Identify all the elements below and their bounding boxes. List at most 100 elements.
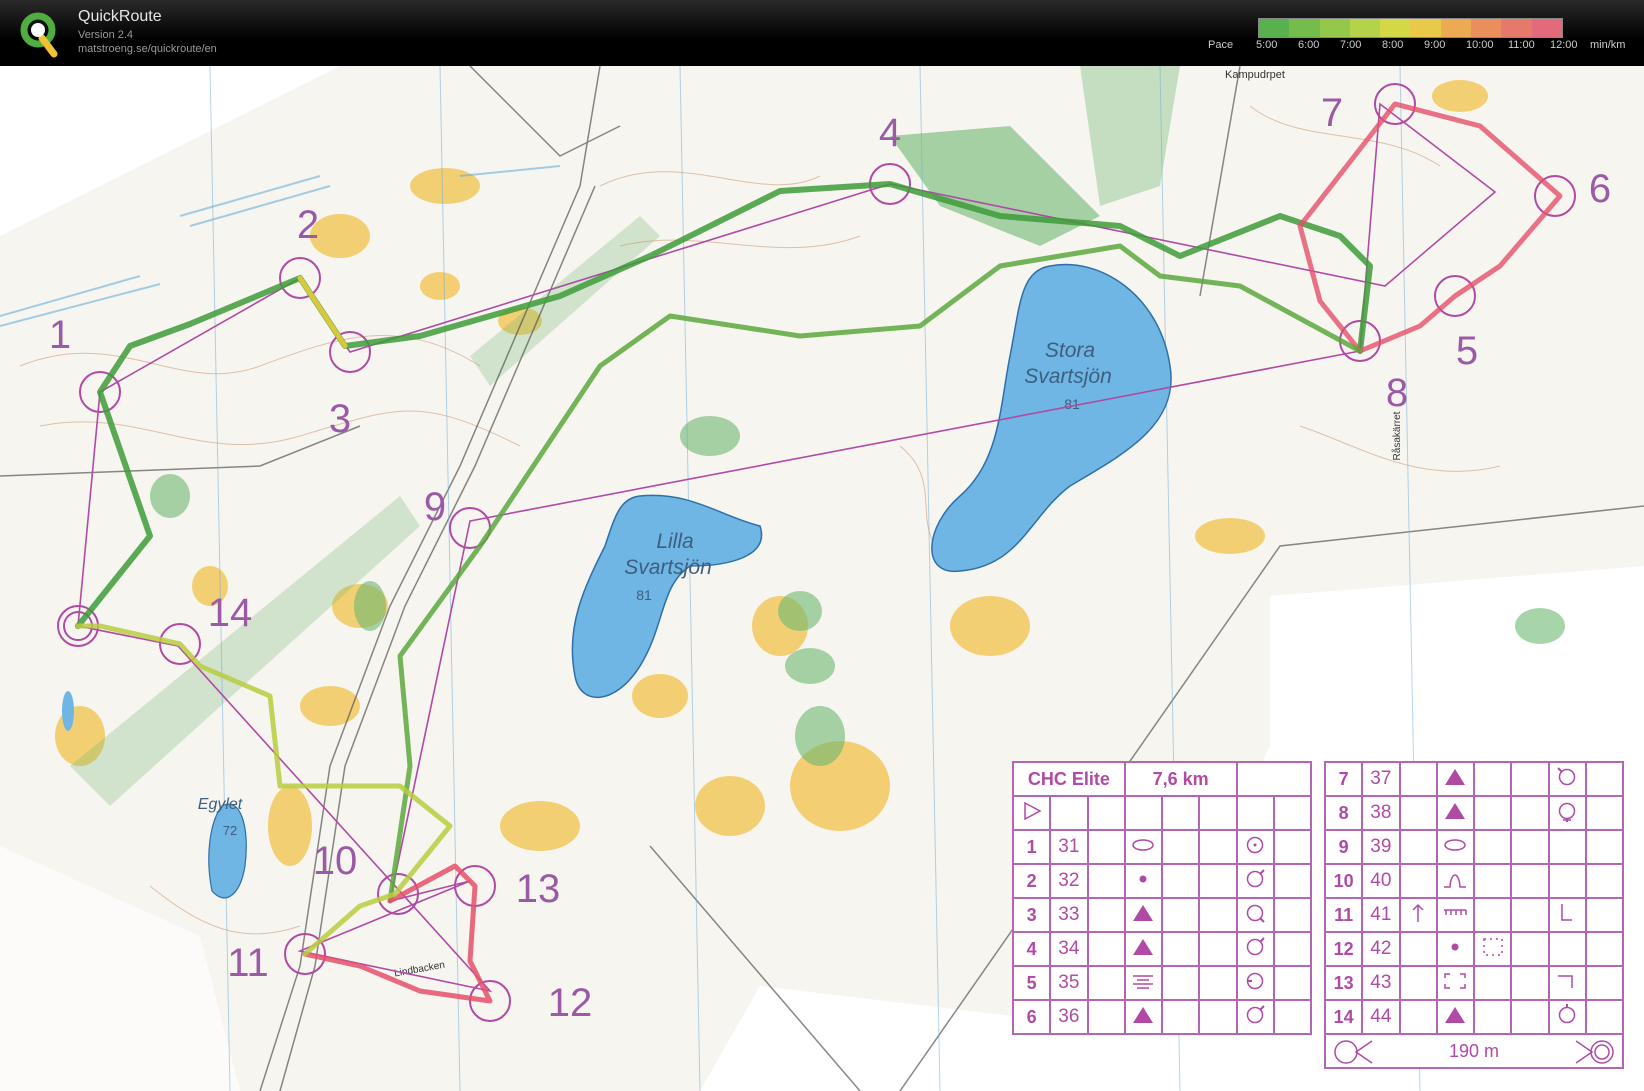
- control-number-7: 7: [1321, 91, 1343, 135]
- circle-w-icon: [1235, 965, 1275, 1001]
- start-triangle-icon: [1011, 795, 1052, 831]
- knoll-icon: [1435, 863, 1476, 899]
- control-rows-right: 7 37 8 38 9 39 10 40 11 41 12 42 13 43 14 44: [1323, 761, 1625, 1035]
- lake-height-egylet: 72: [223, 823, 237, 838]
- control-number-11: 11: [227, 941, 269, 985]
- app-title: QuickRoute: [78, 8, 162, 25]
- pace-tick-9: 9:00: [1424, 39, 1446, 51]
- control-code: 43: [1361, 965, 1401, 1001]
- circle-se-icon: [1235, 897, 1275, 933]
- control-number: 8: [1323, 795, 1364, 831]
- control-row: 10 40: [1323, 863, 1625, 899]
- control-number: 13: [1323, 965, 1364, 1001]
- lake-height-lilla: 81: [636, 587, 652, 603]
- control-code: 35: [1049, 965, 1089, 1001]
- corner-icon: [1547, 965, 1587, 1001]
- control-code: 39: [1361, 829, 1401, 865]
- lake-label-lilla-2: Svartsjön: [624, 556, 712, 579]
- control-number-9: 9: [424, 485, 446, 529]
- pace-color-segment: [1440, 19, 1472, 37]
- control-number: 6: [1011, 999, 1052, 1035]
- control-number-2: 2: [297, 203, 319, 247]
- control-row: 5 35: [1011, 965, 1313, 1001]
- control-number-8: 8: [1386, 371, 1408, 415]
- pace-tick-10: 10:00: [1466, 39, 1494, 51]
- course-length: 7,6 km: [1123, 761, 1238, 797]
- app-url[interactable]: matstroeng.se/quickroute/en: [78, 43, 217, 55]
- direction-icon: [1398, 897, 1438, 933]
- circle-n-icon: [1547, 999, 1587, 1035]
- control-row: 3 33: [1011, 897, 1313, 933]
- pond: [62, 691, 74, 731]
- circle-ne-icon: [1235, 999, 1275, 1035]
- ellipse-icon: [1435, 829, 1476, 865]
- control-number: 10: [1323, 863, 1364, 899]
- control-row: 6 36: [1011, 999, 1313, 1035]
- control-number-4: 4: [879, 111, 901, 155]
- cliff-icon: [1435, 897, 1476, 933]
- pace-tick-11: 11:00: [1508, 39, 1535, 51]
- pace-color-segment: [1471, 19, 1502, 37]
- control-number: 9: [1323, 829, 1364, 865]
- event-name: CHC Elite: [1012, 761, 1126, 797]
- control-number-1: 1: [49, 313, 71, 357]
- pace-tick-12: 12:00: [1550, 39, 1578, 51]
- pace-tick-5: 5:00: [1256, 39, 1278, 51]
- pace-color-segment: [1380, 19, 1411, 37]
- pace-color-scale: [1258, 18, 1563, 38]
- pace-color-segment: [1289, 19, 1320, 37]
- pace-color-segment: [1410, 19, 1441, 37]
- control-number-10: 10: [313, 839, 358, 883]
- control-row: 11 41: [1323, 897, 1625, 933]
- foot-icon: [1547, 897, 1587, 933]
- control-code: 33: [1049, 897, 1089, 933]
- start-to-finish-icon: [1334, 1040, 1373, 1064]
- control-number: 4: [1011, 931, 1052, 967]
- control-number: 3: [1011, 897, 1052, 933]
- control-row: 7 37: [1323, 761, 1625, 797]
- finish-row: 190 m: [1324, 1033, 1624, 1069]
- control-number: 1: [1011, 829, 1052, 865]
- control-number-12: 12: [548, 981, 593, 1025]
- control-number: 11: [1323, 897, 1364, 933]
- triangle-icon: [1123, 999, 1164, 1035]
- triangle-icon: [1435, 795, 1476, 831]
- control-code: 34: [1049, 931, 1089, 967]
- control-code: 40: [1361, 863, 1401, 899]
- pace-tick-8: 8:00: [1382, 39, 1404, 51]
- control-row: 14 44: [1323, 999, 1625, 1035]
- lake-label-stora-1: Stora: [1045, 339, 1095, 362]
- pace-color-segment: [1259, 19, 1290, 37]
- lake-label-lilla-1: Lilla: [656, 530, 693, 553]
- control-row: 1 31: [1011, 829, 1313, 865]
- control-number-6: 6: [1589, 167, 1611, 211]
- control-description-right: 7 37 8 38 9 39 10 40 11 41 12 42 13 43 14 44 190 m: [1323, 761, 1625, 1069]
- circle-dot-icon: [1235, 829, 1275, 865]
- dot-icon: [1435, 931, 1476, 967]
- control-number: 2: [1011, 863, 1052, 899]
- circle-ne-icon: [1235, 931, 1275, 967]
- finish-icon: [1575, 1040, 1614, 1064]
- control-number-14: 14: [208, 591, 253, 635]
- quickroute-logo-icon: [20, 12, 58, 58]
- finish-distance: 190 m: [1448, 1040, 1500, 1061]
- control-number-5: 5: [1456, 329, 1478, 373]
- circle-s-icon: [1547, 795, 1587, 831]
- app-header: QuickRoute Version 2.4 matstroeng.se/qui…: [0, 0, 1644, 66]
- dot-icon: [1123, 863, 1164, 899]
- pace-tick-7: 7:00: [1340, 39, 1362, 51]
- control-row: 8 38: [1323, 795, 1625, 831]
- pace-tick-6: 6:00: [1298, 39, 1320, 51]
- pace-color-segment: [1319, 19, 1350, 37]
- control-code: 41: [1361, 897, 1401, 933]
- pace-color-segment: [1349, 19, 1381, 37]
- pace-color-segment: [1501, 19, 1532, 37]
- triangle-icon: [1435, 761, 1476, 797]
- triangle-icon: [1123, 897, 1164, 933]
- control-number: 7: [1323, 761, 1364, 797]
- pace-unit: min/km: [1590, 39, 1626, 51]
- control-row: 4 34: [1011, 931, 1313, 967]
- lake-label-egylet: Egylet: [198, 796, 243, 813]
- control-code: 32: [1049, 863, 1089, 899]
- control-row: 12 42: [1323, 931, 1625, 967]
